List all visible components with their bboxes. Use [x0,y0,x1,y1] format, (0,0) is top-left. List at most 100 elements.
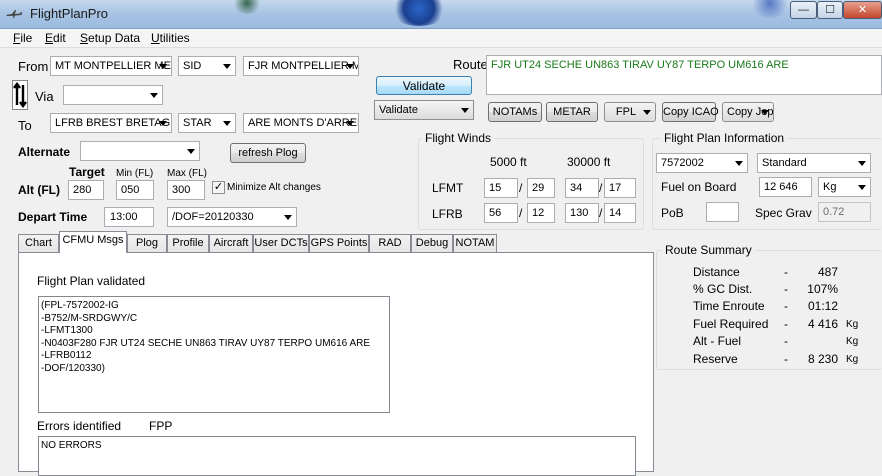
summary-unit: Kg [846,354,859,365]
wind-speed-field[interactable]: 17 [604,178,636,198]
wind-dir-field[interactable]: 56 [484,203,518,223]
titlebar-decoration [390,0,448,26]
winds-col-30000: 30000 ft [567,155,611,169]
fpl-message-box[interactable]: (FPL-7572002-IG -B752/M-SRDGWY/C -LFMT13… [38,296,390,413]
via-combo[interactable] [63,85,163,105]
dof-combo[interactable]: /DOF=20120330 [167,207,297,227]
copy-icao-button[interactable]: Copy ICAO [662,102,719,122]
tab-aircraft[interactable]: Aircraft [209,234,253,252]
alternate-label: Alternate [18,145,71,159]
validate-button[interactable]: Validate [376,76,472,95]
max-alt-field[interactable]: 300 [167,180,205,200]
tab-notam[interactable]: NOTAM [453,234,497,252]
max-header: Max (FL) [167,168,207,179]
alternate-combo[interactable] [80,141,200,161]
maximize-button[interactable]: ☐ [817,1,843,19]
spec-grav-label: Spec Grav [755,206,812,220]
menu-file[interactable]: File [13,31,32,45]
summary-value-time-enroute: 01:12 [807,299,838,313]
route-summary-group [656,250,882,370]
tab-rad[interactable]: RAD [369,234,411,252]
menu-bar: File Edit Setup Data Utilities [0,29,882,48]
wind-separator: / [519,206,523,220]
tab-plog[interactable]: Plog [127,234,167,252]
aircraft-combo[interactable]: 7572002 [656,153,748,173]
menu-utilities[interactable]: Utilities [151,31,190,45]
star-combo[interactable]: STAR [178,113,236,133]
wind-separator: / [599,181,603,195]
summary-unit: Kg [846,336,859,347]
star-fix-combo[interactable]: ARE MONTS D'ARREE LE [243,113,359,133]
tab-gps-points[interactable]: GPS Points [309,234,369,252]
mode-combo[interactable]: Standard [757,153,871,173]
summary-dash: - [784,282,788,296]
validation-status: Flight Plan validated [37,274,146,288]
copy-jepp-combo[interactable]: Copy Jepp [722,102,774,122]
winds-col-5000: 5000 ft [490,155,527,169]
wind-dir-field[interactable]: 34 [565,178,599,198]
pob-field[interactable] [706,202,739,222]
menu-setup-data[interactable]: Setup Data [80,31,140,45]
to-airport-value: LFRB BREST BRETAGN [55,117,171,129]
from-airport-combo[interactable]: MT MONTPELLIER ME [50,56,172,76]
to-label: To [18,118,32,133]
target-header: Target [69,165,105,179]
minimize-button[interactable]: — [790,1,817,19]
route-text-field[interactable]: FJR UT24 SECHE UN863 TIRAV UY87 TERPO UM… [486,55,882,95]
tab-user-dcts[interactable]: User DCTs [253,234,309,252]
wind-speed-field[interactable]: 12 [527,203,555,223]
titlebar-decoration [232,0,262,14]
wind-dir-field[interactable]: 15 [484,178,518,198]
dof-value: /DOF=20120330 [172,211,254,223]
mode-value: Standard [762,157,807,169]
sid-combo[interactable]: SID [178,56,236,76]
route-label: Route [453,57,488,72]
minimize-alt-label: Minimize Alt changes [227,182,321,193]
pob-label: PoB [661,206,684,220]
summary-dash: - [784,317,788,331]
depart-time-label: Depart Time [18,210,88,224]
titlebar-decoration [750,0,790,18]
winds-row-label: LFRB [432,207,463,221]
summary-label-distance: Distance [693,265,740,279]
summary-value-fuel-required: 4 416 [807,317,838,331]
close-button[interactable]: ✕ [843,1,882,19]
fuel-unit-combo[interactable]: Kg [818,177,871,197]
min-header: Min (FL) [116,168,154,179]
to-airport-combo[interactable]: LFRB BREST BRETAGN [50,113,172,133]
summary-unit: Kg [846,319,859,330]
spec-grav-field: 0.72 [818,202,871,222]
flight-plan-info-title: Flight Plan Information [661,131,788,145]
airplane-icon [6,10,22,18]
tab-cfmu-msgs[interactable]: CFMU Msgs [59,231,127,253]
min-alt-field[interactable]: 050 [116,180,154,200]
validate-mode-combo[interactable]: Validate [374,100,474,120]
tab-chart[interactable]: Chart [18,234,59,252]
tab-debug[interactable]: Debug [411,234,453,252]
depart-time-field[interactable]: 13:00 [104,207,154,227]
errors-identified-label: Errors identified [37,419,122,433]
sid-fix-combo[interactable]: FJR MONTPELLIER MEDI [243,56,359,76]
summary-dash: - [784,334,788,348]
minimize-alt-checkbox[interactable]: ✓ [212,181,225,194]
swap-icon[interactable] [12,80,28,110]
fpl-combo[interactable]: FPL [604,102,656,122]
wind-speed-field[interactable]: 29 [527,178,555,198]
fuel-on-board-field[interactable]: 12 646 [759,177,812,197]
wind-dir-field[interactable]: 130 [565,203,599,223]
from-label: From [18,59,49,74]
refresh-plog-button[interactable]: refresh Plog [230,143,306,163]
errors-box[interactable]: NO ERRORS [38,436,636,476]
summary-label-gc-dist: % GC Dist. [693,282,753,296]
star-fix-value: ARE MONTS D'ARREE LE [248,117,358,129]
sid-fix-value: FJR MONTPELLIER MEDI [248,60,358,72]
metar-button[interactable]: METAR [546,102,598,122]
wind-separator: / [519,181,523,195]
wind-speed-field[interactable]: 14 [604,203,636,223]
fuel-on-board-label: Fuel on Board [661,180,737,194]
target-alt-field[interactable]: 280 [68,180,104,200]
window-title: FlightPlanPro [30,6,109,21]
tab-profile[interactable]: Profile [167,234,209,252]
menu-edit[interactable]: Edit [45,31,66,45]
notams-button[interactable]: NOTAMs [488,102,542,122]
